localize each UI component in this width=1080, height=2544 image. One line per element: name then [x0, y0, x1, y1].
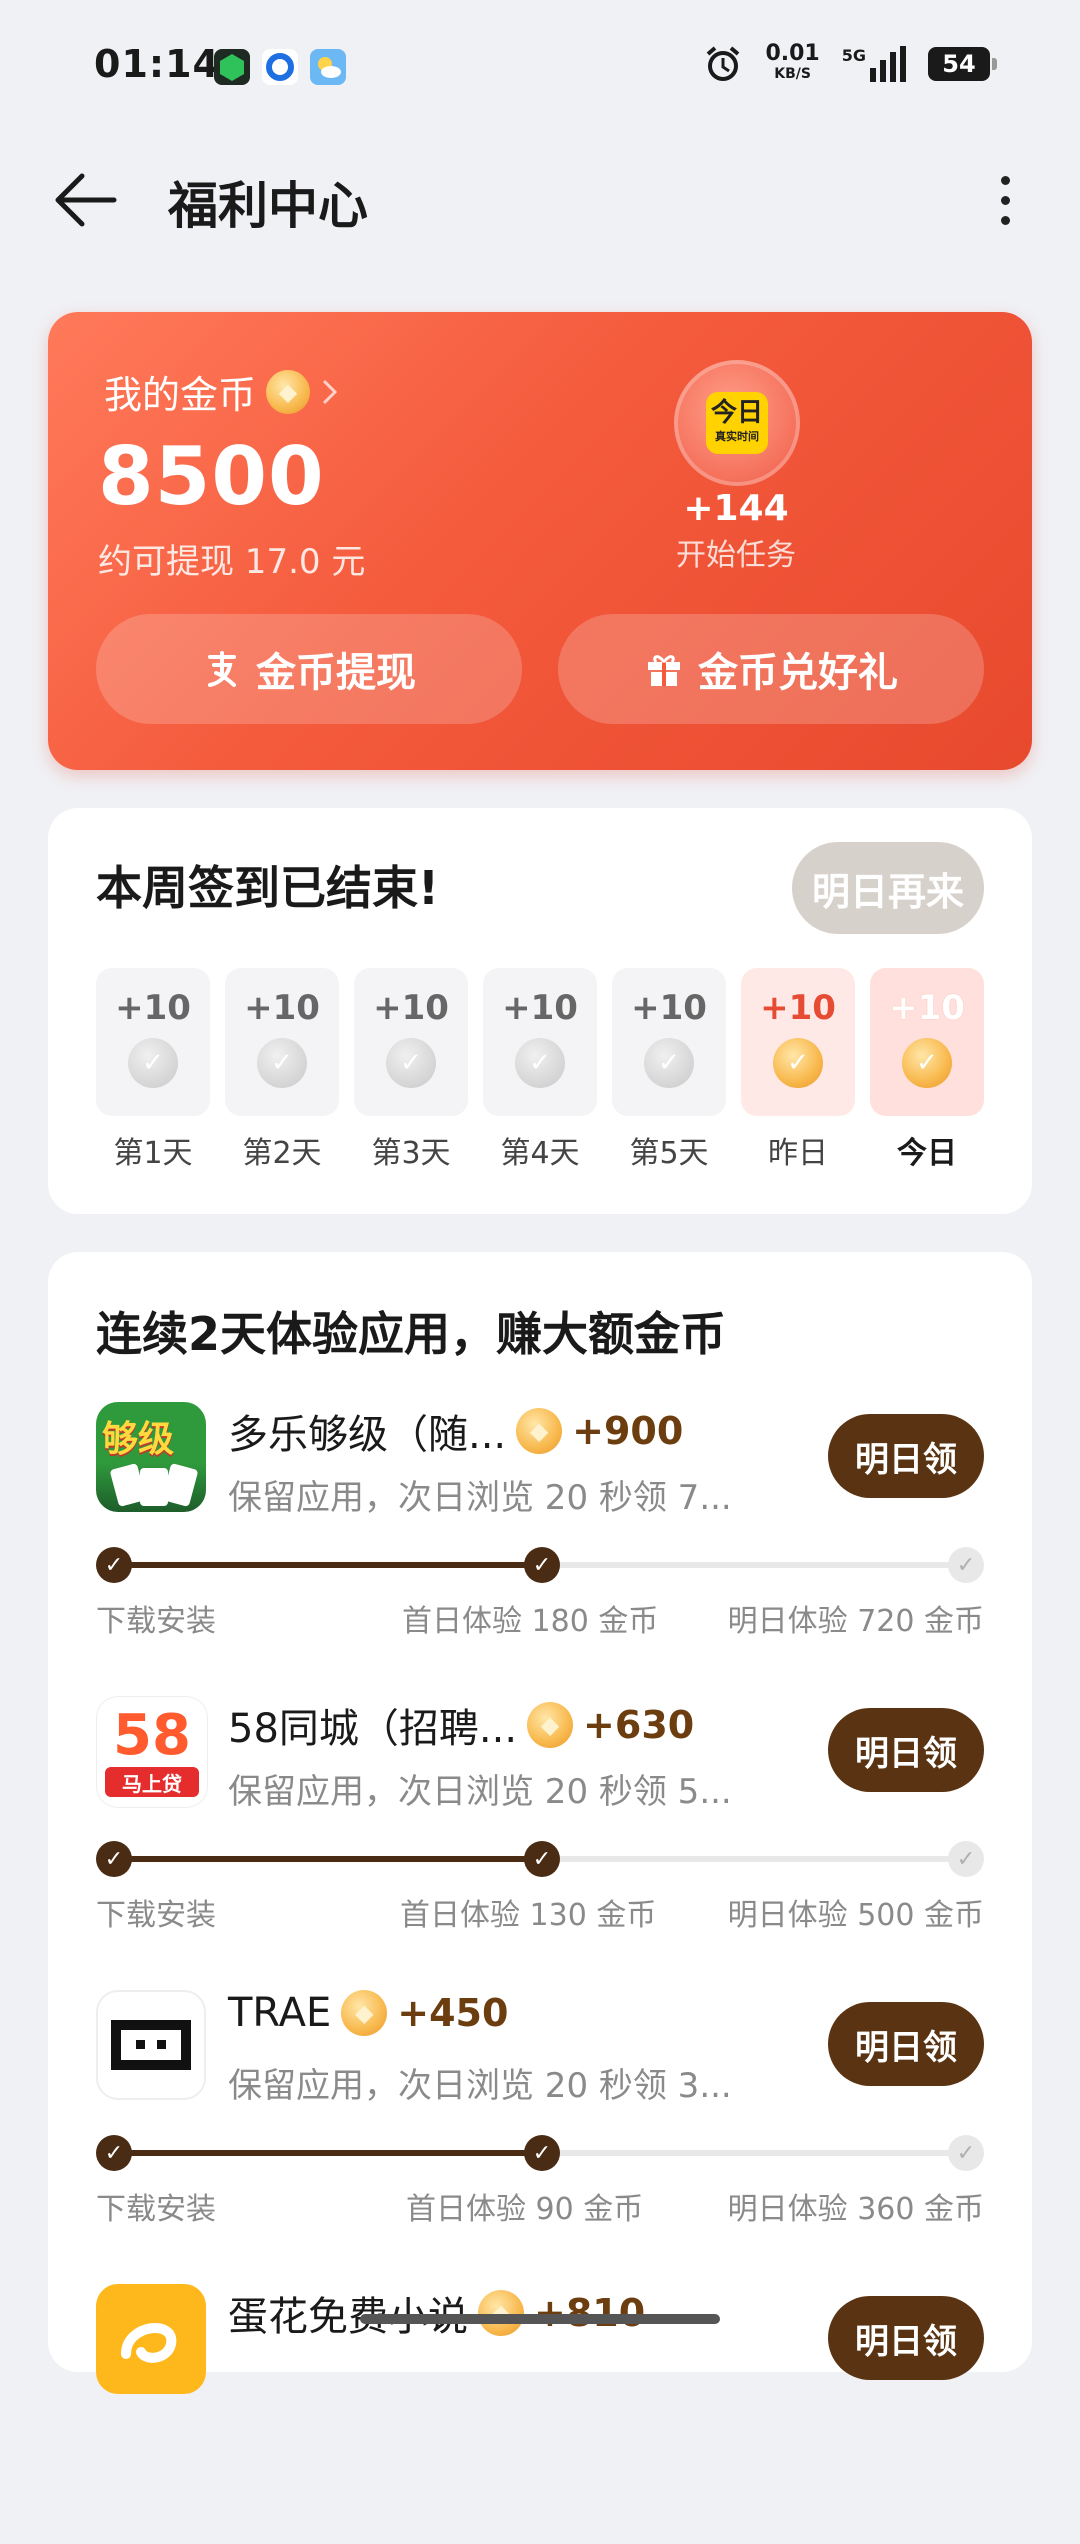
checkin-card: 本周签到已结束! 明日再来 +10 ✓ 第1天 +10 ✓ 第2天 +10 ✓ 第3天… [48, 808, 1032, 1214]
checkin-day: +10 ✓ 第3天 [354, 968, 468, 1172]
coin-icon: ◆ [341, 1990, 388, 2036]
task-name: 58同城（招聘... ◆ +630 [228, 1702, 695, 1752]
check-icon: ✓ [524, 1841, 560, 1877]
check-icon: ✓ [96, 2135, 132, 2171]
experience-card: 连续2天体验应用，赚大额金币 够级 多乐够级（随... ◆ +900 保留应用，… [48, 1252, 1032, 2394]
coin-balance: 8500 [98, 430, 325, 523]
task-name: TRAE ◆ +450 [228, 1990, 509, 2036]
coin-icon: ✓ [257, 1038, 307, 1088]
task-desc: 保留应用，次日浏览 20 秒领 3... [228, 2066, 732, 2106]
check-icon: ✓ [948, 2135, 984, 2171]
coin-icon: ✓ [773, 1038, 823, 1088]
coin-icon: ✓ [128, 1038, 178, 1088]
coin-balance-card: 我的金币 ◆ 8500 约可提现 17.0 元 今日 真实时间 +144 开始任… [48, 312, 1032, 770]
come-back-tomorrow-button[interactable]: 明日再来 [792, 842, 984, 934]
signal-icon: 5G [842, 46, 906, 82]
checkin-day: +10 ✓ 第1天 [96, 968, 210, 1172]
checkin-title: 本周签到已结束! [96, 861, 439, 915]
coin-icon: ◆ [478, 2290, 524, 2336]
coin-icon: ◆ [266, 369, 311, 414]
coin-icon: ✓ [902, 1038, 952, 1088]
check-icon: ✓ [524, 2135, 560, 2171]
gift-exchange-button[interactable]: 金币兑好礼 [558, 614, 984, 724]
check-icon: ✓ [948, 1841, 984, 1877]
task-progress: ✓ ✓ ✓ [96, 1838, 984, 1878]
task-desc: 保留应用，次日浏览 20 秒领 5... [228, 1772, 732, 1812]
claim-tomorrow-button[interactable]: 明日领 [828, 2002, 984, 2086]
coin-icon: ✓ [386, 1038, 436, 1088]
task-name: 多乐够级（随... ◆ +900 [228, 1408, 684, 1458]
coin-icon: ✓ [644, 1038, 694, 1088]
check-icon: ✓ [96, 1841, 132, 1877]
app-icon-danhua [96, 2284, 206, 2394]
status-bar: 01:14 0.01 KB/S 5G 54 [0, 0, 1080, 130]
back-arrow-icon[interactable] [52, 170, 118, 230]
task-progress: ✓ ✓ ✓ [96, 2132, 984, 2172]
app-icon-duole: 够级 [96, 1402, 206, 1512]
checkin-day-today: +10 ✓ 今日 [870, 968, 984, 1172]
my-coins-link[interactable]: 我的金币 ◆ [104, 364, 340, 419]
check-icon: ✓ [96, 1547, 132, 1583]
task-progress: ✓ ✓ ✓ [96, 1544, 984, 1584]
check-icon: ✓ [524, 1547, 560, 1583]
checkin-day: +10 ✓ 第2天 [225, 968, 339, 1172]
check-icon: ✓ [948, 1547, 984, 1583]
more-options-icon[interactable] [970, 160, 1040, 240]
task-bonus: +144 [683, 488, 789, 529]
status-time: 01:14 [94, 42, 220, 86]
task-item: 够级 多乐够级（随... ◆ +900 保留应用，次日浏览 20 秒领 7...… [96, 1402, 984, 1662]
withdraw-estimate: 约可提现 17.0 元 [98, 542, 366, 582]
app-icon-trae [96, 1990, 206, 2100]
task-start-link[interactable]: 开始任务 [648, 530, 824, 574]
checkin-day: +10 ✓ 第5天 [612, 968, 726, 1172]
checkin-day: +10 ✓ 第4天 [483, 968, 597, 1172]
experience-title: 连续2天体验应用，赚大额金币 [96, 1307, 727, 1361]
coin-icon: ◆ [527, 1702, 574, 1748]
checkin-days: +10 ✓ 第1天 +10 ✓ 第2天 +10 ✓ 第3天 +10 ✓ 第4天 +10 ✓… [96, 968, 984, 1172]
task-name: 蛋花免费小说 ◆ +810 [228, 2290, 646, 2340]
alipay-icon [208, 651, 236, 687]
alarm-icon [707, 46, 740, 81]
claim-tomorrow-button[interactable]: 明日领 [828, 1708, 984, 1792]
app-icon-blue [262, 49, 298, 85]
task-item: TRAE ◆ +450 保留应用，次日浏览 20 秒领 3... 明日领 ✓ ✓… [96, 1990, 984, 2227]
weather-icon [310, 49, 346, 85]
claim-tomorrow-button[interactable]: 明日领 [828, 2296, 984, 2380]
network-speed: 0.01 KB/S [765, 41, 820, 83]
task-item: 58 马上贷 58同城（招聘... ◆ +630 保留应用，次日浏览 20 秒领… [96, 1696, 984, 1956]
gift-icon [648, 655, 680, 686]
page-title: 福利中心 [168, 177, 368, 235]
app-icon-green [214, 49, 250, 85]
home-indicator[interactable] [360, 2314, 720, 2324]
withdraw-button[interactable]: 金币提现 [96, 614, 522, 724]
battery-icon: 54 [928, 47, 997, 81]
task-app-badge[interactable]: 今日 真实时间 [674, 360, 800, 486]
app-icon-58: 58 马上贷 [96, 1696, 208, 1808]
claim-tomorrow-button[interactable]: 明日领 [828, 1414, 984, 1498]
coin-icon: ✓ [515, 1038, 565, 1088]
task-app-icon: 今日 真实时间 [706, 392, 768, 454]
header: 福利中心 [0, 150, 1080, 250]
chevron-right-icon [322, 379, 338, 404]
task-desc: 保留应用，次日浏览 20 秒领 7... [228, 1478, 732, 1518]
coin-icon: ◆ [516, 1408, 563, 1454]
checkin-day-yesterday: +10 ✓ 昨日 [741, 968, 855, 1172]
